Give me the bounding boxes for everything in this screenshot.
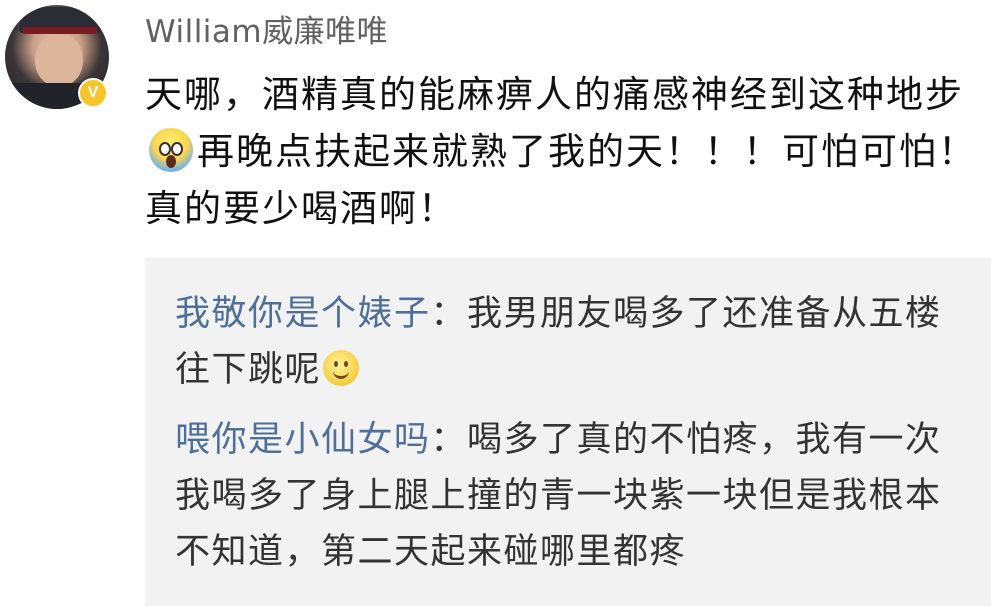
scream-emoji-icon bbox=[149, 128, 193, 172]
reply-separator: ： bbox=[430, 294, 468, 334]
avatar-cap-band bbox=[23, 27, 97, 34]
post-username[interactable]: William威廉唯唯 bbox=[145, 6, 388, 51]
reply-author[interactable]: 喂你是小仙女吗 bbox=[175, 420, 431, 460]
post-text-part2: 再晚点扶起来就熟了我的天！！！可怕可怕！真的要少喝酒啊！ bbox=[145, 130, 977, 230]
avatar-face bbox=[35, 35, 83, 87]
post-text-part1: 天哪，酒精真的能麻痹人的痛感神经到这种地步 bbox=[145, 73, 964, 116]
reply-item[interactable]: 喂你是小仙女吗：喝多了真的不怕疼，我有一次我喝多了身上腿上撞的青一块紫一块但是我… bbox=[175, 412, 975, 580]
smile-emoji-icon bbox=[323, 350, 360, 386]
reply-item[interactable]: 我敬你是个婊子：我男朋友喝多了还准备从五楼往下跳呢 bbox=[175, 286, 975, 398]
reply-author[interactable]: 我敬你是个婊子 bbox=[175, 294, 431, 334]
reply-separator: ： bbox=[430, 420, 468, 460]
post-text: 天哪，酒精真的能麻痹人的痛感神经到这种地步再晚点扶起来就熟了我的天！！！可怕可怕… bbox=[145, 66, 985, 237]
verified-badge-icon: V bbox=[78, 78, 108, 108]
